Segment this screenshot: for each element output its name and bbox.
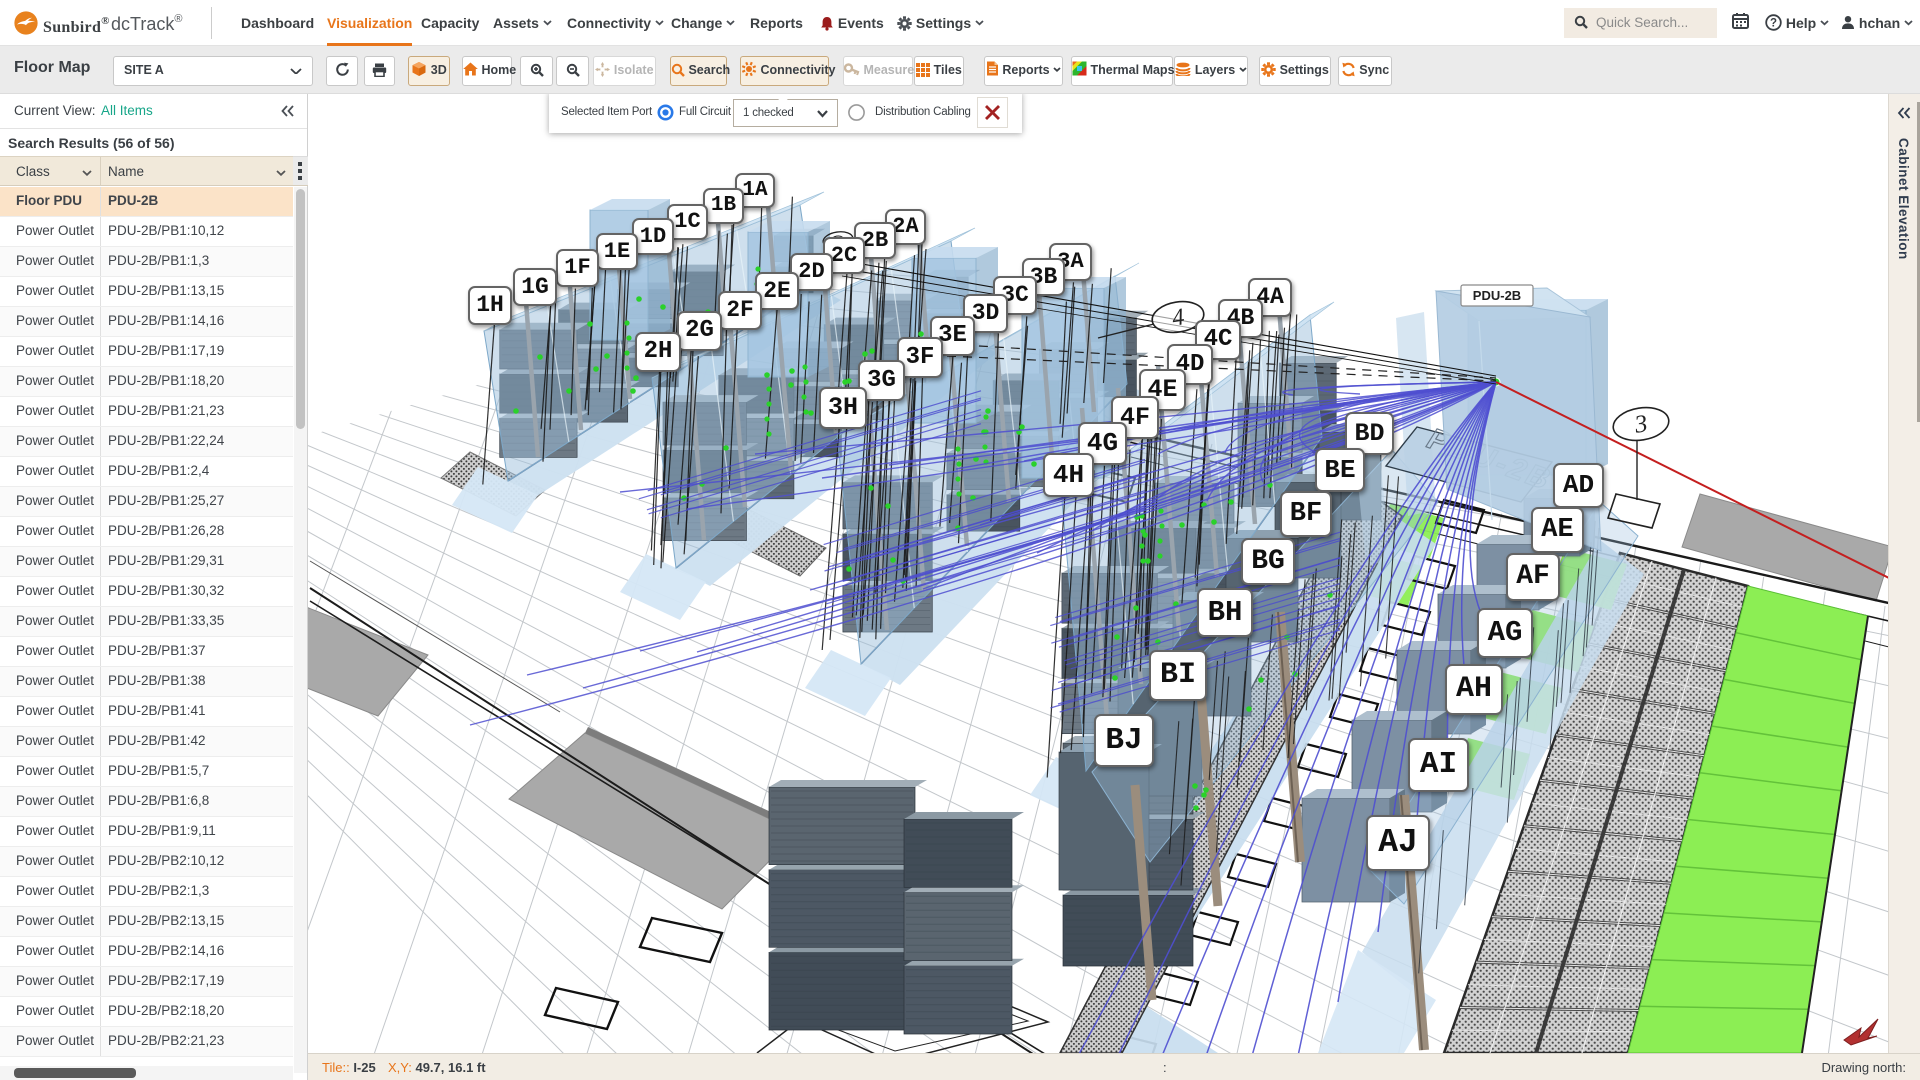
svg-text:?: ?: [1770, 17, 1777, 29]
svg-text:PDU-2B: PDU-2B: [1473, 288, 1521, 303]
